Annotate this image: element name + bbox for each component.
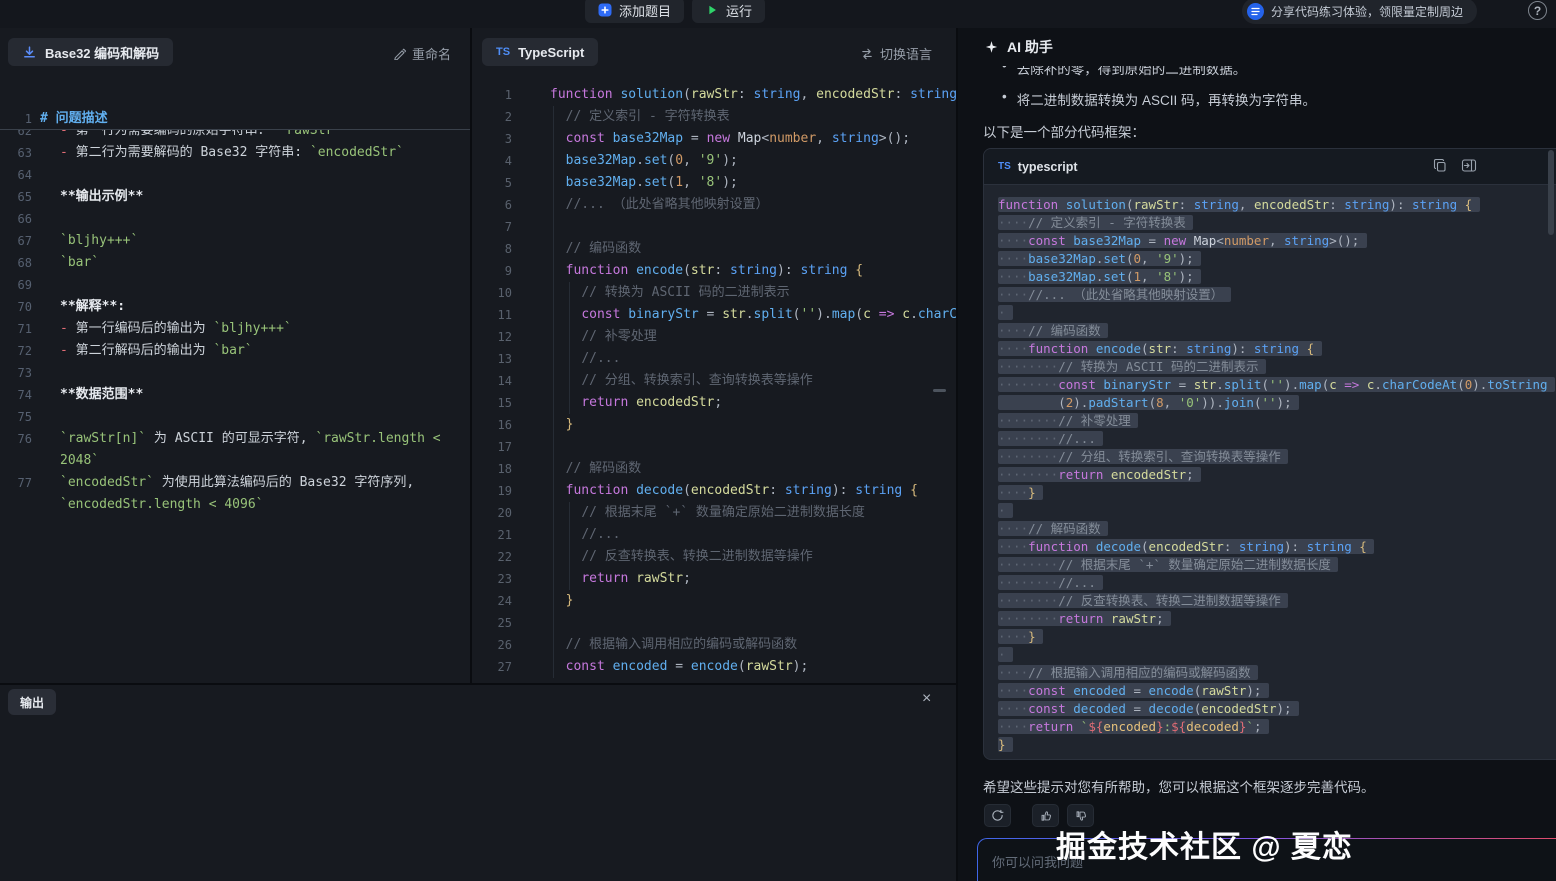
output-tab[interactable]: 输出 (8, 689, 56, 715)
ai-code-block: TS typescript function solution(rawStr: … (983, 148, 1556, 760)
indent-guide (553, 106, 554, 678)
regenerate-button[interactable] (984, 804, 1011, 827)
code-lang-label: typescript (1018, 160, 1078, 174)
code-practice-app: 添加题目 运行 分享代码练习体验，领限量定制周边 ? Base32 编码和解码 (0, 0, 1556, 881)
rename-button[interactable]: 重命名 (393, 44, 451, 63)
share-promo-banner[interactable]: 分享代码练习体验，领限量定制周边 (1242, 0, 1477, 24)
code-editor-lines[interactable]: 1function solution(rawStr: string, encod… (472, 84, 956, 683)
run-play-icon (705, 3, 719, 17)
problem-panel: Base32 编码和解码 重命名 1# 问题描述 62- 第一行为需要编码的原始… (0, 28, 470, 683)
add-question-icon (598, 3, 612, 17)
indent-guide (569, 502, 570, 590)
help-icon[interactable]: ? (1528, 1, 1547, 20)
problem-markdown-lines[interactable]: 62- 第一行为需要编码的原始字符串： `rawStr`63- 第二行为需要解码… (0, 120, 470, 711)
swap-arrows-icon (860, 47, 874, 61)
ai-code-lines[interactable]: function solution(rawStr: string, encode… (984, 185, 1556, 760)
ts-badge: TS (496, 46, 510, 58)
scrollbar-thumb[interactable] (1548, 150, 1554, 235)
copy-code-icon[interactable] (1433, 158, 1448, 173)
overview-ruler-mark (933, 389, 946, 392)
ai-bullet-item: • 将二进制数据转换为 ASCII 码，再转换为字符串。 (1002, 89, 1316, 109)
pencil-icon (393, 47, 406, 60)
ai-bullet-2: 将二进制数据转换为 ASCII 码，再转换为字符串。 (1017, 89, 1316, 109)
switch-language-label: 切换语言 (880, 44, 932, 63)
code-lang-badge: TS (998, 161, 1011, 172)
add-question-button[interactable]: 添加题目 (585, 0, 684, 23)
ai-assistant-panel: • 去除补的零，得到原始的二进制数据。 • 将二进制数据转换为 ASCII 码，… (958, 28, 1556, 881)
promo-text: 分享代码练习体验，领限量定制周边 (1271, 3, 1463, 20)
insert-code-icon[interactable] (1461, 158, 1477, 173)
language-tab-label: TypeScript (518, 45, 584, 60)
watermark-text: 掘金技术社区 @ 夏恋 (1056, 822, 1353, 866)
switch-language-button[interactable]: 切换语言 (860, 44, 932, 63)
run-button[interactable]: 运行 (692, 0, 765, 23)
sticky-line-content: 1# 问题描述 (0, 108, 470, 130)
ai-outro-text: 希望这些提示对您有所帮助，您可以根据这个框架逐步完善代码。 (983, 776, 1375, 796)
ai-title: AI 助手 (984, 37, 1053, 57)
close-output-icon[interactable]: × (922, 689, 931, 709)
promo-doc-icon (1247, 3, 1264, 20)
sticky-heading-line: 1# 问题描述 (0, 108, 470, 130)
ai-intro-text: 以下是一个部分代码框架： (983, 121, 1145, 141)
output-panel: 输出 × (0, 685, 956, 881)
thumbs-up-button[interactable] (1032, 804, 1059, 827)
language-tab[interactable]: TS TypeScript (482, 38, 598, 66)
rename-label: 重命名 (412, 44, 451, 63)
indent-guide (569, 282, 570, 414)
top-bar: 添加题目 运行 分享代码练习体验，领限量定制周边 ? (0, 0, 1556, 28)
editor-panel: TS TypeScript 切换语言 1function solution(ra… (472, 28, 956, 683)
problem-tab[interactable]: Base32 编码和解码 (8, 38, 173, 66)
sparkle-icon (984, 40, 999, 55)
add-question-label: 添加题目 (619, 1, 671, 20)
problem-tab-label: Base32 编码和解码 (45, 43, 159, 62)
run-label: 运行 (726, 1, 752, 20)
download-arrow-icon (22, 45, 37, 60)
ai-panel-header: AI 助手 (958, 28, 1556, 66)
